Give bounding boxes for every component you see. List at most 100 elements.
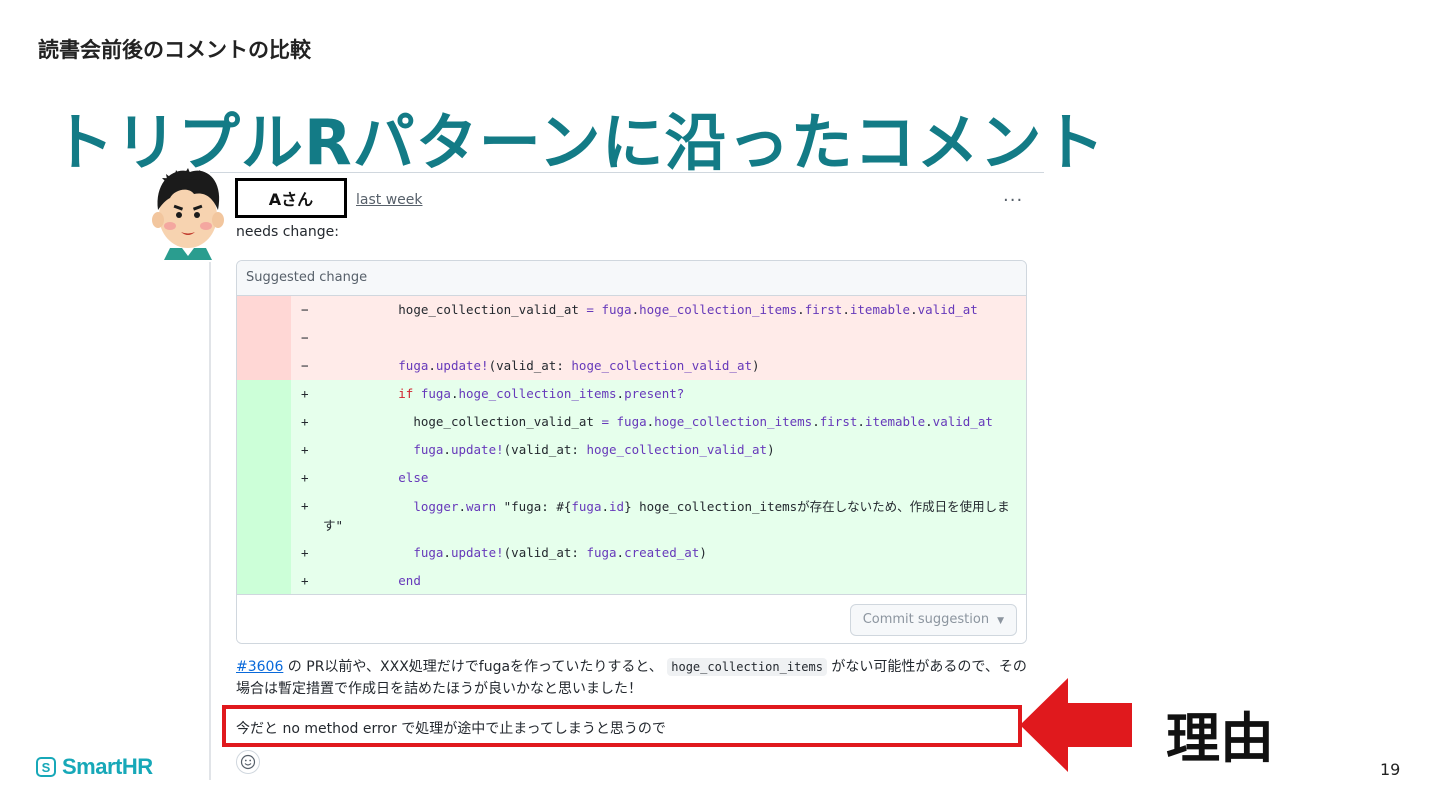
code-token: update! (435, 358, 489, 373)
code-token: created_at (624, 545, 700, 560)
code-token: . (631, 302, 640, 317)
code-token: id (609, 499, 625, 514)
code-token: hoge_collection_valid_at (586, 442, 768, 457)
reason-label: 理由 (1166, 707, 1274, 770)
diff-code: hoge_collection_valid_at = fuga.hoge_col… (323, 296, 1026, 324)
diff-line: − hoge_collection_valid_at = fuga.hoge_c… (237, 296, 1026, 324)
comment-body: #3606 の PR以前や、XXX処理だけでfugaを作っていたりすると、 ho… (236, 656, 1036, 700)
code-token: fuga (616, 414, 647, 429)
author-name[interactable]: Aさん (235, 178, 347, 218)
code-token: . (601, 499, 610, 514)
comment-timestamp[interactable]: last week (356, 192, 423, 208)
suggested-change-card: Suggested change − hoge_collection_valid… (236, 260, 1027, 644)
diff-gutter (237, 539, 291, 567)
more-options-button[interactable]: ··· (1003, 190, 1023, 211)
diff-gutter (237, 380, 291, 408)
code-token: fuga (413, 442, 444, 457)
code-token: = (601, 414, 609, 429)
code-token: . (812, 414, 820, 429)
code-token: . (450, 386, 459, 401)
code-token: ) (767, 442, 775, 457)
code-token: itemable (849, 302, 911, 317)
diff-marker: + (301, 470, 309, 485)
diff-marker: + (301, 386, 309, 401)
code-token: if (398, 386, 414, 401)
diff-line: + logger.warn "fuga: #{fuga.id} hoge_col… (237, 492, 1026, 539)
code-token: . (458, 499, 466, 514)
diff-code: fuga.update!(valid_at: hoge_collection_v… (323, 352, 1026, 380)
code-token: valid_at (917, 302, 978, 317)
diff-marker: + (301, 442, 309, 457)
code-token: . (857, 414, 865, 429)
diff-marker: − (301, 330, 309, 345)
code-token: warn (466, 499, 497, 514)
diff-marker: + (301, 545, 309, 560)
code-token: hoge_collection_valid_at (413, 414, 602, 429)
code-token: ) (699, 545, 707, 560)
reason-text: 今だと no method error で処理が途中で止まってしまうと思うので (236, 721, 666, 737)
code-token: . (443, 545, 451, 560)
code-token: hoge_collection_items (639, 302, 798, 317)
issue-link[interactable]: #3606 (236, 659, 283, 675)
diff-gutter (237, 324, 291, 352)
diff-line: + fuga.update!(valid_at: fuga.created_at… (237, 539, 1026, 567)
code-token: = (586, 302, 594, 317)
diff-code (323, 324, 1026, 352)
thread-line (209, 262, 211, 780)
diff-code: fuga.update!(valid_at: fuga.created_at) (323, 539, 1026, 567)
code-token: logger (413, 499, 459, 514)
diff-code: fuga.update!(valid_at: hoge_collection_v… (323, 436, 1026, 464)
commit-suggestion-label: Commit suggestion (862, 612, 990, 627)
code-token: . (443, 442, 451, 457)
smiley-icon[interactable] (236, 750, 260, 774)
commit-suggestion-button[interactable]: Commit suggestion ▼ (849, 604, 1017, 636)
comment-label: needs change: (236, 224, 339, 240)
diff-marker: + (301, 498, 309, 513)
code-token: update! (450, 545, 504, 560)
diff-gutter (237, 464, 291, 492)
inline-code: hoge_collection_items (667, 658, 827, 676)
diff-line: − (237, 324, 1026, 352)
caret-down-icon[interactable]: ▼ (997, 616, 1004, 626)
code-token: fuga (398, 358, 429, 373)
diff-code: logger.warn "fuga: #{fuga.id} hoge_colle… (323, 492, 1026, 539)
code-token: . (428, 358, 436, 373)
diff-line: + else (237, 464, 1026, 492)
code-token: fuga (571, 499, 602, 514)
suggested-change-header: Suggested change (237, 261, 1026, 296)
code-token: (valid_at: (488, 358, 572, 373)
code-token: (valid_at: (503, 442, 587, 457)
code-token: "fuga: #{ (496, 499, 572, 514)
diff-line: + hoge_collection_valid_at = fuga.hoge_c… (237, 408, 1026, 436)
diff-code: end (323, 567, 1026, 595)
code-token: . (842, 302, 850, 317)
code-token: fuga (601, 302, 632, 317)
code-token: valid_at (932, 414, 993, 429)
diff-code: if fuga.hoge_collection_items.present? (323, 380, 1026, 408)
code-token: (valid_at: (503, 545, 587, 560)
code-token: itemable (864, 414, 926, 429)
diff-line: + if fuga.hoge_collection_items.present? (237, 380, 1026, 408)
code-token: ) (752, 358, 760, 373)
code-token: update! (450, 442, 504, 457)
smarthr-logo: S SmartHR (36, 754, 153, 780)
code-token: . (616, 386, 625, 401)
diff-line: − fuga.update!(valid_at: hoge_collection… (237, 352, 1026, 380)
diff-line: + end (237, 567, 1026, 595)
diff-gutter (237, 296, 291, 324)
diff-body: − hoge_collection_valid_at = fuga.hoge_c… (237, 296, 1026, 595)
logo-mark: S (36, 757, 56, 777)
diff-marker: − (301, 358, 309, 373)
diff-gutter (237, 352, 291, 380)
diff-gutter (237, 408, 291, 436)
page-number: 19 (1380, 760, 1401, 779)
code-token: hoge_collection_valid_at (571, 358, 753, 373)
code-token: end (398, 573, 421, 588)
code-token: fuga (586, 545, 617, 560)
code-token: hoge_collection_items (458, 386, 617, 401)
code-token: first (819, 414, 858, 429)
diff-gutter (237, 436, 291, 464)
code-token: . (616, 545, 625, 560)
diff-code: else (323, 464, 1026, 492)
